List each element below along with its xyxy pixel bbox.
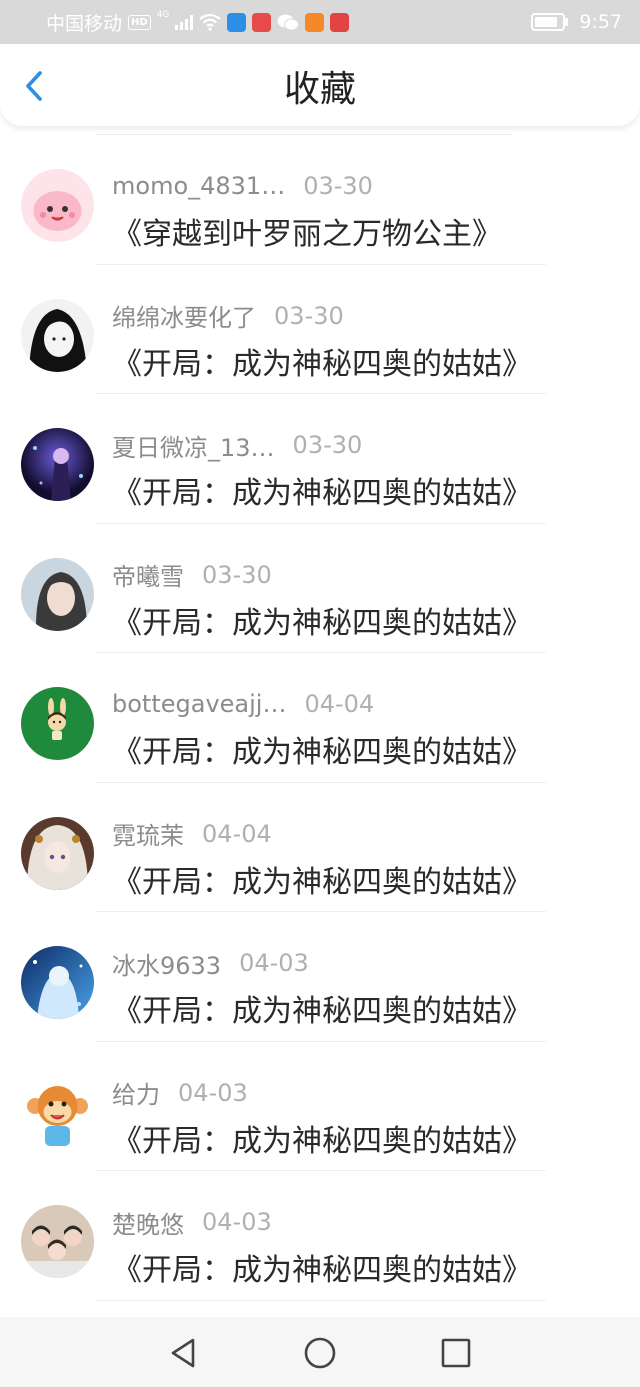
favorite-item[interactable]: 冰水9633 04-03 《开局：成为神秘四奥的姑姑》: [0, 912, 640, 1042]
favorite-item[interactable]: bottegaveajj… 04-04 《开局：成为神秘四奥的姑姑》: [0, 653, 640, 783]
book-title[interactable]: 《开局：成为神秘四奥的姑姑》: [112, 986, 532, 1030]
status-right: 9:57: [531, 9, 622, 35]
status-bar: 中国移动 HD 4G 9:57: [0, 0, 640, 44]
battery-icon: [531, 13, 569, 31]
item-meta: 绵绵冰要化了 03-30: [112, 298, 344, 333]
circle-home-icon: [304, 1337, 336, 1369]
favorite-item[interactable]: 霓琉茉 04-04 《开局：成为神秘四奥的姑姑》: [0, 783, 640, 912]
status-left: 中国移动 HD 4G: [46, 9, 350, 35]
system-nav-bar: [0, 1317, 640, 1387]
favorite-item[interactable]: 楚晚悠 04-03 《开局：成为神秘四奥的姑姑》: [0, 1171, 640, 1301]
favorite-item[interactable]: momo_4831… 03-30 《穿越到叶罗丽之万物公主》: [0, 135, 640, 265]
carrier-label: 中国移动: [46, 12, 123, 35]
item-meta: 给力 04-03: [112, 1075, 248, 1110]
avatar[interactable]: [21, 557, 94, 631]
favorite-item[interactable]: 夏日微凉_13… 03-30 《开局：成为神秘四奥的姑姑》: [0, 394, 640, 524]
username[interactable]: 冰水9633: [112, 946, 221, 981]
nav-home-button[interactable]: [302, 1335, 338, 1371]
row-divider: [96, 1299, 546, 1301]
username[interactable]: 绵绵冰要化了: [112, 298, 256, 333]
username[interactable]: 楚晚悠: [112, 1205, 184, 1240]
avatar[interactable]: [21, 687, 94, 760]
nav-back-button[interactable]: [166, 1335, 202, 1371]
username[interactable]: 帝曦雪: [112, 557, 184, 592]
wifi-share-app-icon: [227, 12, 247, 32]
item-meta: bottegaveajj… 04-04: [112, 689, 374, 719]
favorite-item[interactable]: 给力 04-03 《开局：成为神秘四奥的姑姑》: [0, 1042, 640, 1171]
date-label: 04-04: [202, 819, 272, 848]
username[interactable]: bottegaveajj…: [112, 690, 286, 718]
book-title[interactable]: 《开局：成为神秘四奥的姑姑》: [112, 1245, 532, 1289]
wechat-icon: [277, 14, 300, 31]
book-title[interactable]: 《开局：成为神秘四奥的姑姑》: [112, 468, 532, 512]
username[interactable]: 给力: [112, 1075, 160, 1110]
item-meta: momo_4831… 03-30: [112, 171, 373, 201]
signal-icon: [175, 14, 194, 30]
red-heart-app-icon: [330, 12, 350, 32]
avatar[interactable]: [21, 298, 94, 372]
nav-recents-button[interactable]: [438, 1335, 474, 1371]
favorite-item[interactable]: 绵绵冰要化了 03-30 《开局：成为神秘四奥的姑姑》: [0, 265, 640, 394]
date-label: 03-30: [274, 301, 344, 330]
clock: 9:57: [579, 11, 622, 33]
date-label: 04-03: [202, 1208, 272, 1236]
book-title[interactable]: 《开局：成为神秘四奥的姑姑》: [112, 598, 532, 642]
avatar[interactable]: [21, 816, 94, 890]
avatar[interactable]: [21, 946, 94, 1019]
date-label: 04-03: [178, 1078, 248, 1107]
username[interactable]: momo_4831…: [112, 172, 285, 200]
orange-play-app-icon: [305, 12, 325, 32]
username[interactable]: 夏日微凉_13…: [112, 428, 275, 463]
avatar[interactable]: [21, 428, 94, 501]
page-title: 收藏: [283, 69, 356, 110]
date-label: 03-30: [292, 431, 363, 459]
triangle-back-icon: [171, 1338, 195, 1368]
username[interactable]: 霓琉茉: [112, 816, 184, 851]
item-meta: 楚晚悠 04-03: [112, 1205, 272, 1240]
date-label: 04-04: [304, 690, 375, 718]
red-book-app-icon: [252, 12, 272, 32]
date-label: 03-30: [202, 560, 272, 589]
network-type: 4G: [156, 10, 170, 20]
book-title[interactable]: 《开局：成为神秘四奥的姑姑》: [112, 727, 532, 771]
date-label: 03-30: [303, 172, 373, 200]
date-label: 04-03: [239, 949, 309, 977]
item-meta: 帝曦雪 03-30: [112, 557, 272, 592]
hd-badge: HD: [128, 14, 151, 30]
avatar[interactable]: [21, 169, 94, 242]
item-meta: 夏日微凉_13… 03-30: [112, 428, 363, 463]
book-title[interactable]: 《开局：成为神秘四奥的姑姑》: [112, 1116, 532, 1160]
battery-fill: [535, 17, 558, 27]
avatar[interactable]: [21, 1205, 94, 1278]
book-title[interactable]: 《穿越到叶罗丽之万物公主》: [112, 209, 502, 253]
avatar[interactable]: [21, 1075, 94, 1149]
square-recents-icon: [441, 1338, 471, 1368]
item-meta: 冰水9633 04-03: [112, 946, 309, 981]
favorite-item[interactable]: 帝曦雪 03-30 《开局：成为神秘四奥的姑姑》: [0, 524, 640, 653]
book-title[interactable]: 《开局：成为神秘四奥的姑姑》: [112, 339, 532, 383]
item-meta: 霓琉茉 04-04: [112, 816, 272, 851]
header: 收藏: [0, 44, 640, 126]
wifi-icon: [199, 13, 222, 31]
book-title[interactable]: 《开局：成为神秘四奥的姑姑》: [112, 857, 532, 901]
